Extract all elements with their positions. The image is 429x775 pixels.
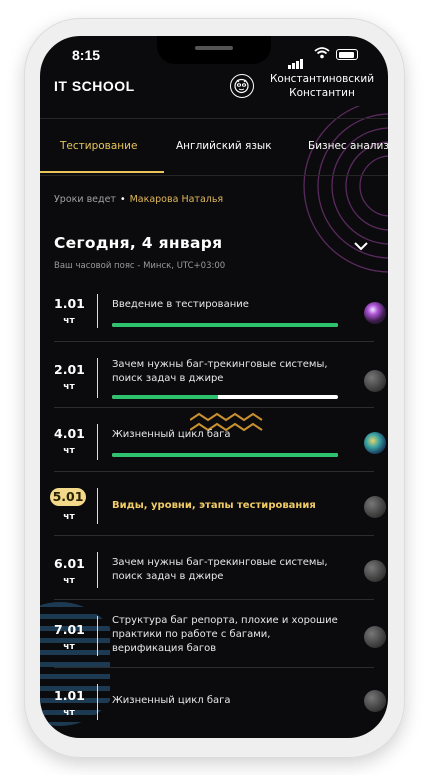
tab-testing[interactable]: Тестирование — [60, 140, 137, 152]
lesson-weekday: чт — [63, 512, 75, 522]
user-name[interactable]: Константиновский Константин — [262, 72, 382, 100]
lesson-weekday: чт — [63, 642, 75, 652]
wifi-icon — [314, 47, 330, 59]
lesson-weekday: чт — [63, 382, 75, 392]
lesson-date: 4.01 — [54, 426, 85, 441]
lesson-weekday: чт — [63, 446, 75, 456]
progress-fill — [112, 323, 338, 327]
lesson-date: 6.01 — [54, 556, 85, 571]
lesson-title: Введение в тестирование — [112, 299, 249, 310]
battery-icon — [336, 49, 358, 60]
lesson-title: Жизненный цикл бага — [112, 695, 231, 706]
lesson-weekday: чт — [63, 576, 75, 586]
lesson-row[interactable]: 1.01 чт Введение в тестирование — [54, 288, 386, 342]
divider — [97, 294, 98, 328]
lesson-progress-bar — [112, 453, 338, 457]
divider — [97, 358, 98, 398]
lesson-row-current[interactable]: 5.01 чт Виды, уровни, этапы тестирования — [50, 472, 386, 536]
chevron-down-icon[interactable] — [353, 240, 369, 252]
planet-grey-icon — [364, 690, 386, 712]
divider — [97, 552, 98, 588]
app-screen: 8:15 IT SCHOOL Константиновский Констант… — [40, 36, 388, 738]
lesson-title: Жизненный цикл бага — [112, 429, 231, 440]
divider — [97, 616, 98, 656]
active-tab-indicator — [40, 171, 164, 173]
lesson-row[interactable]: 4.01 чт Жизненный цикл бага — [54, 408, 386, 472]
planet-grey-icon — [364, 560, 386, 582]
status-time: 8:15 — [72, 47, 101, 63]
teacher-prefix: Уроки ведет — [54, 194, 116, 205]
user-avatar-icon[interactable] — [230, 74, 254, 98]
planet-grey-icon — [364, 370, 386, 392]
lesson-date: 2.01 — [54, 362, 85, 377]
timezone-note: Ваш часовой пояс - Минск, UTC+03:00 — [54, 261, 226, 271]
signal-icon — [288, 50, 304, 69]
lesson-date: 1.01 — [54, 688, 85, 703]
teacher-name[interactable]: Макарова Наталья — [130, 194, 224, 205]
lesson-title: Структура баг репорта, плохие и хорошие … — [112, 615, 338, 654]
lesson-row[interactable]: 2.01 чт Зачем нужны баг-трекинговые сист… — [54, 342, 386, 408]
divider — [97, 684, 98, 720]
teacher-line: Уроки ведет • Макарова Наталья — [54, 194, 223, 205]
lesson-title: Зачем нужны баг-трекинговые системы, пои… — [112, 359, 328, 384]
lesson-date: 7.01 — [54, 622, 85, 637]
lesson-row[interactable]: 6.01 чт Зачем нужны баг-трекинговые сист… — [54, 536, 386, 600]
lesson-row[interactable]: 7.01 чт Структура баг репорта, плохие и … — [54, 600, 386, 668]
course-tabs: Тестирование Английский язык Бизнес анал… — [40, 118, 388, 176]
status-bar: 8:15 — [40, 36, 388, 72]
divider — [97, 488, 98, 524]
lesson-title: Зачем нужны баг-трекинговые системы, пои… — [112, 557, 328, 582]
teacher-bullet: • — [119, 194, 126, 205]
lesson-date: 1.01 — [54, 296, 85, 311]
lesson-row[interactable]: 1.01 чт Жизненный цикл бага — [54, 668, 386, 738]
progress-fill — [112, 453, 338, 457]
day-title: Сегодня, 4 января — [54, 234, 223, 252]
tab-english[interactable]: Английский язык — [176, 140, 272, 152]
planet-grey-icon — [364, 626, 386, 648]
lesson-title: Виды, уровни, этапы тестирования — [112, 500, 316, 511]
planet-teal-icon — [364, 432, 386, 454]
divider — [97, 424, 98, 460]
app-header: IT SCHOOL Константиновский Константин — [40, 72, 388, 118]
lesson-weekday: чт — [63, 708, 75, 718]
progress-fill — [112, 395, 219, 399]
planet-purple-icon — [364, 302, 386, 324]
lesson-weekday: чт — [63, 316, 75, 326]
app-logo: IT SCHOOL — [54, 78, 135, 94]
lesson-progress-bar — [112, 323, 338, 327]
lesson-progress-bar — [112, 395, 338, 399]
planet-grey-icon — [364, 496, 386, 518]
lesson-date-current: 5.01 — [50, 488, 86, 506]
notch — [157, 36, 271, 64]
tab-business-analysis[interactable]: Бизнес анализ — [308, 140, 388, 152]
